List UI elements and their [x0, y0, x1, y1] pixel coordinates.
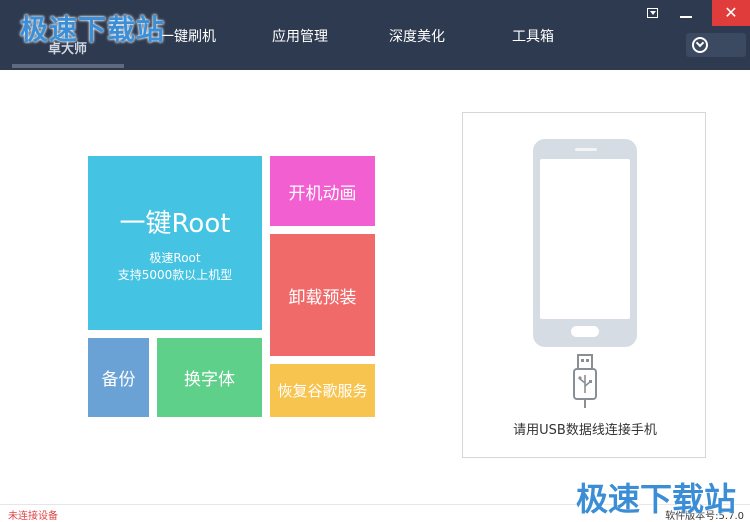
uninstall-preinstalled-tile[interactable]: 卸载预装: [270, 234, 375, 356]
one-key-root-support: 支持5000款以上机型: [117, 267, 233, 282]
tab-one-key-flash[interactable]: 一键刷机: [160, 26, 216, 46]
uninstall-preinstalled-label: 卸载预装: [288, 287, 357, 308]
boot-animation-tile[interactable]: 开机动画: [270, 156, 375, 226]
tab-toolbox[interactable]: 工具箱: [512, 26, 554, 46]
watermark-top: 极速下载站: [20, 13, 166, 46]
change-font-tile[interactable]: 换字体: [157, 338, 262, 417]
close-icon: ✕: [724, 3, 738, 22]
menu-dropdown-button[interactable]: [640, 0, 666, 26]
active-tab-indicator: [12, 64, 124, 68]
device-connection-panel: 请用USB数据线连接手机: [462, 112, 706, 458]
title-bar: 卓大师 一键刷机 应用管理 深度美化 工具箱 ✕ 极速下载站: [0, 0, 750, 70]
backup-tile[interactable]: 备份: [88, 338, 149, 417]
one-key-root-title: 一键Root: [119, 208, 231, 239]
boot-animation-label: 开机动画: [288, 183, 357, 204]
one-key-root-subtitle: 极速Root: [149, 250, 201, 265]
watermark-bottom: 极速下载站: [576, 480, 737, 518]
restore-google-services-tile[interactable]: 恢复谷歌服务: [270, 364, 375, 417]
one-key-root-tile[interactable]: 一键Root 极速Root 支持5000款以上机型: [88, 156, 262, 330]
restore-google-services-label: 恢复谷歌服务: [277, 382, 368, 400]
usb-cable-icon: [573, 354, 597, 408]
minimize-icon: [680, 16, 692, 18]
tab-deep-beautify[interactable]: 深度美化: [389, 26, 445, 46]
usb-connect-hint: 请用USB数据线连接手机: [513, 423, 657, 438]
change-font-label: 换字体: [184, 370, 235, 390]
minimize-button[interactable]: [672, 0, 700, 26]
phone-icon: [533, 139, 637, 347]
backup-label: 备份: [101, 370, 136, 390]
connection-status: 未连接设备: [8, 511, 58, 522]
close-button[interactable]: ✕: [712, 0, 750, 26]
download-manager-button[interactable]: [686, 33, 746, 57]
tab-app-manager[interactable]: 应用管理: [272, 26, 328, 46]
